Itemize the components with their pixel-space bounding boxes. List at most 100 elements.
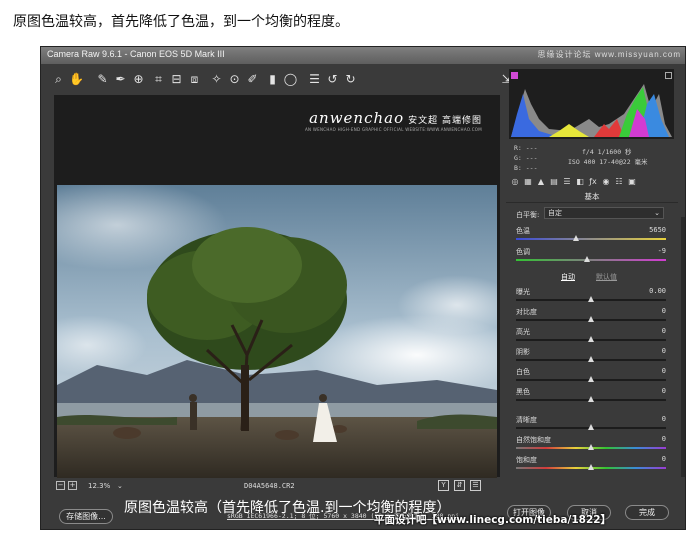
highlights-slider[interactable]: 高光 0: [516, 327, 666, 347]
spot-removal-icon[interactable]: ✧: [209, 72, 224, 87]
exposure-label: 曝光: [516, 288, 530, 296]
panel-tab-icon[interactable]: ƒx: [588, 177, 598, 187]
saturation-slider[interactable]: 饱和度 0: [516, 455, 666, 475]
straighten-tool-icon[interactable]: ⊟: [169, 72, 184, 87]
brand-cn: 安文超 高端修图: [408, 116, 482, 126]
highlights-thumb[interactable]: [588, 336, 594, 342]
done-button[interactable]: 完成: [625, 505, 669, 520]
blacks-label: 黑色: [516, 388, 530, 396]
panel-tab-icon[interactable]: ▣: [627, 177, 637, 187]
white-balance-label: 白平衡:: [516, 211, 540, 219]
highlight-clipping-toggle[interactable]: [665, 72, 672, 79]
brand-name: anwenchao: [309, 109, 405, 127]
settings-toggle-button[interactable]: ☰: [470, 480, 481, 491]
vibrance-thumb[interactable]: [588, 444, 594, 450]
rotate-right-icon[interactable]: ↻: [343, 72, 358, 87]
exposure-slider[interactable]: 曝光 0.00: [516, 287, 666, 307]
tint-label: 色调: [516, 248, 530, 256]
saturation-label: 饱和度: [516, 456, 537, 464]
tint-thumb[interactable]: [583, 256, 590, 262]
whites-value[interactable]: 0: [662, 367, 666, 375]
saturation-thumb[interactable]: [588, 464, 594, 470]
file-name: D04A5648.CR2: [244, 482, 295, 490]
clarity-value[interactable]: 0: [662, 415, 666, 423]
contrast-slider[interactable]: 对比度 0: [516, 307, 666, 327]
caption-text: 原图色温较高，首先降低了色温，到一个均衡的程度。: [13, 14, 349, 30]
toolbar: ⇲ ⌕ ✋ ✎ ✒ ⊕ ⌗ ⊟ ⧈ ✧ ⊙ ✐ ▮ ◯ ☰ ↺ ↻: [51, 69, 516, 91]
panel-tab-icon[interactable]: ▤: [549, 177, 559, 187]
white-balance-select[interactable]: 自定 ⌄: [544, 207, 664, 219]
shadows-thumb[interactable]: [588, 356, 594, 362]
temp-value[interactable]: 5650: [649, 226, 666, 234]
temp-label: 色温: [516, 227, 530, 235]
clarity-thumb[interactable]: [588, 424, 594, 430]
blacks-slider[interactable]: 黑色 0: [516, 387, 666, 407]
readout-b: B: ---: [514, 164, 538, 172]
contrast-label: 对比度: [516, 308, 537, 316]
brand-sub: AN WENCHAO HIGH-END GRAPHIC OFFICIAL WEB…: [304, 127, 482, 132]
auto-link[interactable]: 自动: [561, 272, 575, 282]
whites-label: 白色: [516, 368, 530, 376]
tint-value[interactable]: -9: [658, 247, 666, 255]
blacks-value[interactable]: 0: [662, 387, 666, 395]
temp-slider[interactable]: 色温 5650: [516, 226, 666, 246]
panel-tab-icon[interactable]: ▦: [523, 177, 533, 187]
panel-tab-icon[interactable]: ◎: [510, 177, 520, 187]
red-eye-icon[interactable]: ⊙: [227, 72, 242, 87]
saturation-value[interactable]: 0: [662, 455, 666, 463]
white-balance-tool-icon[interactable]: ✎: [95, 72, 110, 87]
whites-thumb[interactable]: [588, 376, 594, 382]
vibrance-value[interactable]: 0: [662, 435, 666, 443]
targeted-adjustment-icon[interactable]: ⊕: [131, 72, 146, 87]
panel-tab-icon[interactable]: ▲: [536, 177, 546, 187]
crop-tool-icon[interactable]: ⌗: [151, 72, 166, 87]
blacks-thumb[interactable]: [588, 396, 594, 402]
contrast-value[interactable]: 0: [662, 307, 666, 315]
rotate-left-icon[interactable]: ↺: [325, 72, 340, 87]
photo-preview[interactable]: [57, 185, 497, 478]
bottom-bar: 存储图像... sRGB IEC61966-2.1; 8 位; 5760 x 3…: [41, 499, 685, 531]
swap-button[interactable]: ⇵: [454, 480, 465, 491]
temp-track[interactable]: [516, 238, 666, 240]
before-after-button[interactable]: Y: [438, 480, 449, 491]
contrast-thumb[interactable]: [588, 316, 594, 322]
image-canvas[interactable]: anwenchao 安文超 高端修图 AN WENCHAO HIGH-END GR…: [54, 95, 500, 516]
transform-tool-icon[interactable]: ⧈: [187, 72, 202, 87]
graduated-filter-icon[interactable]: ▮: [265, 72, 280, 87]
panel-tab-icon[interactable]: ◧: [575, 177, 585, 187]
color-sampler-icon[interactable]: ✒: [113, 72, 128, 87]
panel-scrollbar[interactable]: [681, 217, 685, 477]
shadow-clipping-toggle[interactable]: [511, 72, 518, 79]
shadows-value[interactable]: 0: [662, 347, 666, 355]
adjustment-panel: R: --- G: --- B: --- f/4 1/1600 秒 ISO 40…: [506, 67, 684, 497]
panel-tab-icon[interactable]: ☰: [562, 177, 572, 187]
section-title: 基本: [506, 191, 678, 203]
save-image-button[interactable]: 存储图像...: [59, 509, 113, 524]
zoom-tool-icon[interactable]: ⌕: [51, 72, 66, 87]
white-balance-value: 自定: [548, 209, 562, 217]
clarity-slider[interactable]: 清晰度 0: [516, 415, 666, 435]
temp-thumb[interactable]: [573, 235, 579, 241]
radial-filter-icon[interactable]: ◯: [283, 72, 298, 87]
rgb-readout: R: --- G: --- B: ---: [514, 143, 537, 173]
exposure-thumb[interactable]: [588, 296, 594, 302]
panel-tab-icon[interactable]: ◉: [601, 177, 611, 187]
preferences-icon[interactable]: ☰: [307, 72, 322, 87]
exposure-value[interactable]: 0.00: [649, 287, 666, 295]
zoom-out-button[interactable]: −: [56, 481, 65, 490]
whites-slider[interactable]: 白色 0: [516, 367, 666, 387]
vibrance-slider[interactable]: 自然饱和度 0: [516, 435, 666, 455]
tint-track[interactable]: [516, 259, 666, 261]
highlights-value[interactable]: 0: [662, 327, 666, 335]
vibrance-label: 自然饱和度: [516, 436, 551, 444]
adjustment-brush-icon[interactable]: ✐: [245, 72, 260, 87]
shadows-slider[interactable]: 阴影 0: [516, 347, 666, 367]
hand-tool-icon[interactable]: ✋: [69, 72, 84, 87]
landscape-photo: [57, 185, 497, 478]
zoom-level[interactable]: 12.3%: [88, 482, 110, 490]
panel-tab-icon[interactable]: ☷: [614, 177, 624, 187]
zoom-in-button[interactable]: +: [68, 481, 77, 490]
default-link[interactable]: 默认值: [596, 272, 617, 282]
tint-slider[interactable]: 色调 -9: [516, 247, 666, 267]
zoom-dropdown-icon[interactable]: ⌄: [117, 482, 123, 490]
